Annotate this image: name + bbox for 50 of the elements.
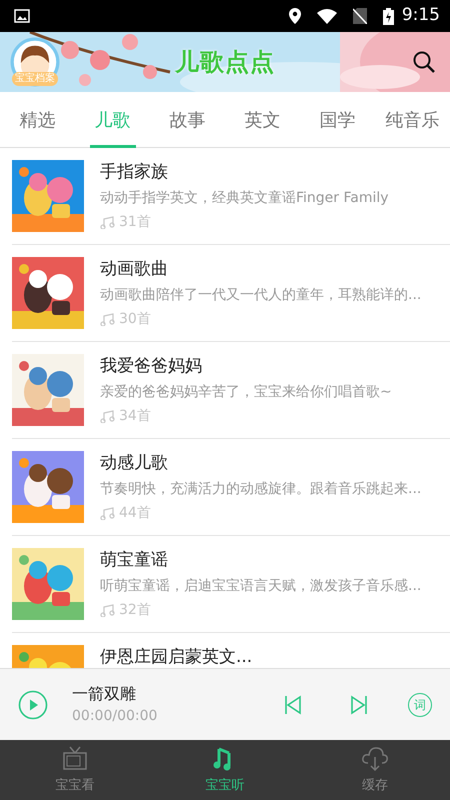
image-icon bbox=[14, 9, 30, 23]
album-row[interactable]: 萌宝童谣 听萌宝童谣，启迪宝宝语言天赋，激发孩子音乐感... 32首 bbox=[12, 536, 450, 633]
tv-icon bbox=[61, 746, 89, 772]
nav-tab[interactable]: 缓存 bbox=[300, 740, 450, 800]
album-description: 节奏明快，充满活力的动感旋律。跟着音乐跳起来... bbox=[100, 480, 422, 499]
app-logo: 儿歌点点 bbox=[175, 47, 275, 78]
album-title: 动画歌曲 bbox=[100, 258, 169, 281]
album-row[interactable]: 我爱爸爸妈妈 亲爱的爸爸妈妈辛苦了，宝宝来给你们唱首歌~ 34首 bbox=[12, 342, 450, 439]
music-note-icon bbox=[100, 604, 115, 616]
album-title: 我爱爸爸妈妈 bbox=[100, 355, 203, 378]
category-tab[interactable]: 故事 bbox=[150, 92, 225, 148]
song-count: 30首 bbox=[119, 310, 151, 329]
track-time: 00:00/00:00 bbox=[72, 707, 158, 726]
music-note-icon bbox=[100, 312, 115, 326]
album-description: 动动手指学英文，经典英文童谣Finger Family bbox=[100, 189, 390, 208]
album-row[interactable]: 动画歌曲 动画歌曲陪伴了一代又一代人的童年，耳熟能详的... 30首 bbox=[12, 245, 450, 342]
music-note-icon bbox=[100, 216, 115, 228]
song-count: 34首 bbox=[119, 407, 151, 426]
no-sim-icon bbox=[352, 8, 367, 24]
song-count: 32首 bbox=[119, 601, 151, 620]
nav-tab[interactable]: 宝宝听 bbox=[150, 740, 300, 800]
album-title: 萌宝童谣 bbox=[100, 549, 169, 572]
album-row[interactable]: 动感儿歌 节奏明快，充满活力的动感旋律。跟着音乐跳起来... 44首 bbox=[12, 439, 450, 536]
album-title: 动感儿歌 bbox=[100, 452, 169, 475]
category-tab[interactable]: 英文 bbox=[225, 92, 300, 148]
track-title: 一箭双雕 bbox=[72, 683, 137, 705]
album-description: 动画歌曲陪伴了一代又一代人的童年，耳熟能详的... bbox=[100, 286, 422, 305]
play-button[interactable] bbox=[18, 690, 48, 720]
time-text: 9:15 bbox=[402, 4, 440, 28]
album-title: 伊恩庄园启蒙英文... bbox=[100, 646, 254, 668]
album-title: 手指家族 bbox=[100, 161, 169, 184]
location-icon bbox=[288, 8, 301, 24]
song-count: 31首 bbox=[119, 213, 151, 232]
wifi-icon bbox=[316, 8, 337, 24]
category-tab[interactable]: 精选 bbox=[0, 92, 75, 148]
album-description: 听萌宝童谣，启迪宝宝语言天赋，激发孩子音乐感... bbox=[100, 577, 422, 596]
category-tab[interactable]: 儿歌 bbox=[75, 92, 150, 148]
next-button[interactable] bbox=[350, 694, 368, 714]
music-note-icon bbox=[100, 410, 115, 422]
album-description: 亲爱的爸爸妈妈辛苦了，宝宝来给你们唱首歌~ bbox=[100, 383, 393, 402]
song-count: 44首 bbox=[119, 504, 151, 523]
previous-button[interactable] bbox=[284, 694, 302, 714]
album-row[interactable]: 手指家族 动动手指学英文，经典英文童谣Finger Family 31首 bbox=[12, 148, 450, 245]
battery-icon bbox=[382, 8, 394, 24]
cloud-download-icon bbox=[361, 746, 389, 772]
nav-tab[interactable]: 宝宝看 bbox=[0, 740, 150, 800]
category-tab[interactable]: 纯音乐 bbox=[375, 92, 450, 148]
music-note-icon bbox=[100, 506, 115, 520]
search-icon[interactable] bbox=[412, 50, 436, 74]
category-tab[interactable]: 国学 bbox=[300, 92, 375, 148]
